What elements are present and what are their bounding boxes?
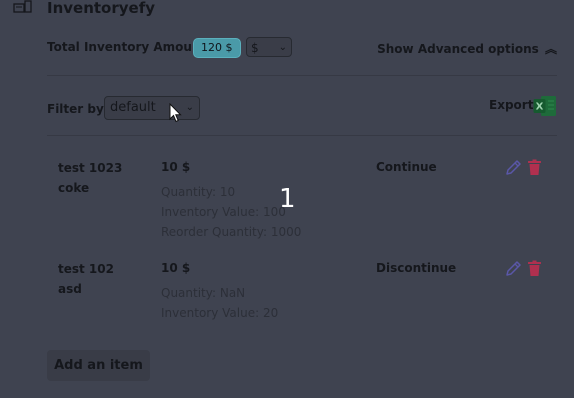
currency-selected-value: $ bbox=[251, 41, 259, 55]
item-price: 10 $ bbox=[161, 261, 191, 275]
show-advanced-options-toggle[interactable]: Show Advanced options ︽ bbox=[377, 40, 557, 57]
item-price: 10 $ bbox=[161, 160, 191, 174]
chevron-down-icon: ⌄ bbox=[185, 102, 194, 113]
add-item-button[interactable]: Add an item bbox=[47, 350, 150, 381]
item-name-line2: coke bbox=[58, 181, 90, 195]
trash-icon[interactable] bbox=[527, 159, 542, 176]
total-inventory-label: Total Inventory Amount: bbox=[47, 40, 212, 54]
pencil-icon[interactable] bbox=[505, 159, 522, 176]
inventory-summary-row: Total Inventory Amount: 120 $ $ ⌄ Show A… bbox=[47, 37, 557, 59]
item-name: test 1023 coke bbox=[58, 158, 122, 198]
double-chevron-up-icon: ︽ bbox=[544, 42, 557, 56]
item-name-line2: asd bbox=[58, 282, 82, 296]
item-quantity: Quantity: NaN bbox=[161, 286, 246, 300]
item-name-line1: test 102 bbox=[58, 262, 114, 276]
item-name-line1: test 1023 bbox=[58, 161, 123, 175]
item-quantity: Quantity: 10 bbox=[161, 185, 236, 199]
excel-icon[interactable]: X bbox=[533, 95, 557, 117]
inventory-item: test 1023 coke 10 $ Quantity: 10 Invento… bbox=[47, 158, 557, 242]
app-logo-icon bbox=[13, 0, 32, 13]
app-title: Inventoryefy bbox=[47, 0, 156, 17]
advanced-options-label: Show Advanced options bbox=[377, 42, 539, 56]
item-reorder-quantity: Reorder Quantity: 1000 bbox=[161, 225, 302, 239]
overlay-number: 1 bbox=[279, 184, 296, 214]
mouse-cursor-icon bbox=[169, 103, 182, 123]
item-status-toggle[interactable]: Continue bbox=[376, 160, 437, 174]
inventory-item: test 102 asd 10 $ Quantity: NaN Inventor… bbox=[47, 259, 557, 343]
filter-selected-value: default bbox=[110, 100, 156, 115]
trash-icon[interactable] bbox=[527, 260, 542, 277]
currency-select[interactable]: $ ⌄ bbox=[246, 37, 292, 57]
item-inventory-value: Inventory Value: 20 bbox=[161, 306, 279, 320]
divider bbox=[47, 135, 557, 136]
item-status-toggle[interactable]: Discontinue bbox=[376, 261, 456, 275]
pencil-icon[interactable] bbox=[505, 260, 522, 277]
item-name: test 102 asd bbox=[58, 259, 114, 299]
filter-select[interactable]: default ⌄ bbox=[104, 96, 200, 120]
divider bbox=[47, 75, 557, 76]
svg-text:X: X bbox=[536, 102, 544, 113]
total-inventory-badge: 120 $ bbox=[193, 38, 241, 58]
filter-label: Filter by: bbox=[47, 102, 109, 116]
export-label[interactable]: Export bbox=[489, 98, 533, 112]
chevron-down-icon: ⌄ bbox=[278, 42, 287, 53]
item-inventory-value: Inventory Value: 100 bbox=[161, 205, 286, 219]
